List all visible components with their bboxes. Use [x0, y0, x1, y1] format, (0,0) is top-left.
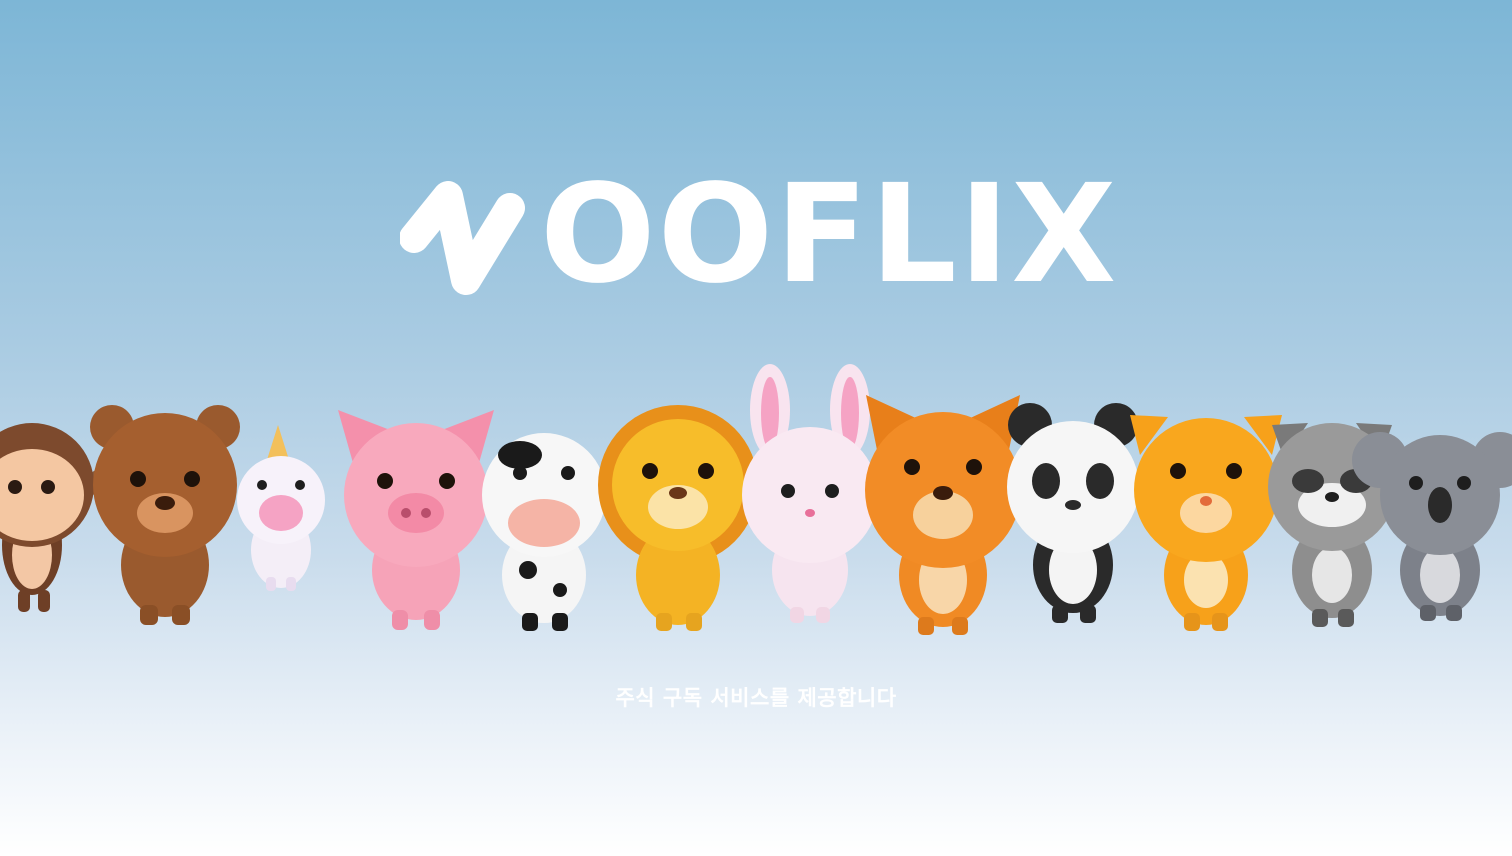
rabbit-character	[742, 364, 878, 623]
ooflix-logo: OOFLIX	[400, 167, 1116, 303]
tiger-character	[1130, 415, 1282, 631]
tagline: 주식 구독 서비스를 제공합니다	[615, 686, 897, 710]
pig-character	[338, 410, 494, 630]
fox-character	[865, 395, 1021, 635]
monkey-character	[0, 423, 112, 612]
unicorn-character	[237, 425, 325, 591]
lion-character	[598, 405, 758, 631]
animal-characters-illustration	[0, 364, 1512, 635]
logo-wordmark: OOFLIX	[540, 156, 1119, 314]
panda-character	[1007, 403, 1139, 623]
logo-wave-icon	[400, 181, 525, 295]
cow-character	[482, 433, 606, 631]
bear-character	[90, 405, 240, 625]
